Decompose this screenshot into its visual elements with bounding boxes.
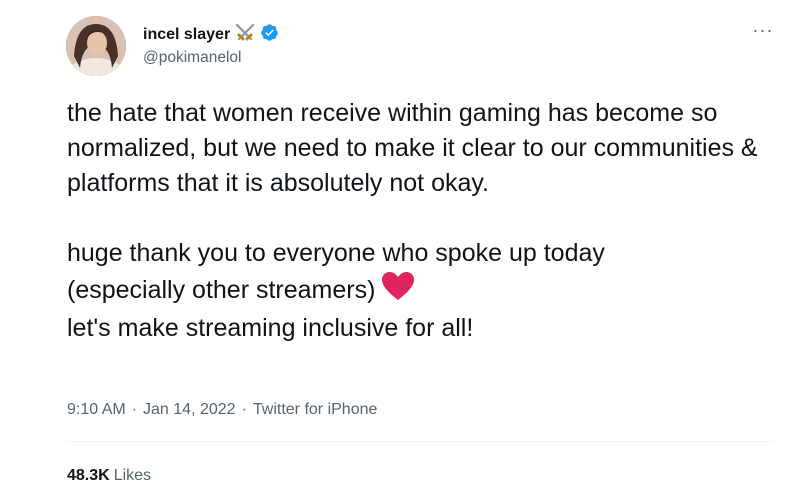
tweet-text: the hate that women receive within gamin… bbox=[67, 96, 787, 346]
display-name[interactable]: incel slayer bbox=[143, 25, 230, 45]
divider bbox=[67, 441, 773, 442]
tweet-paragraph-2-line-3: let's make streaming inclusive for all! bbox=[67, 314, 474, 342]
tweet-metadata: 9:10 AM · Jan 14, 2022 · Twitter for iPh… bbox=[67, 399, 377, 421]
tweet-paragraph-2-line-2: (especially other streamers) bbox=[67, 271, 787, 311]
tweet-time[interactable]: 9:10 AM bbox=[67, 399, 126, 421]
likes-stat[interactable]: 48.3K Likes bbox=[67, 465, 151, 487]
tweet-paragraph-1: the hate that women receive within gamin… bbox=[67, 99, 758, 197]
author-handle[interactable]: @pokimanelol bbox=[143, 48, 241, 68]
tweet-date[interactable]: Jan 14, 2022 bbox=[143, 399, 236, 421]
tweet-paragraph-2-line-2-text: (especially other streamers) bbox=[67, 276, 376, 304]
red-heart-icon bbox=[381, 271, 415, 311]
meta-separator: · bbox=[131, 401, 138, 418]
tweet-card: incel slayer @pokimanelol ··· the hate t… bbox=[0, 0, 802, 501]
tweet-source[interactable]: Twitter for iPhone bbox=[253, 399, 378, 421]
verified-badge-icon bbox=[260, 23, 279, 48]
avatar-image bbox=[66, 16, 126, 76]
likes-label: Likes bbox=[113, 467, 152, 484]
tweet-paragraph-2-line-1: huge thank you to everyone who spoke up … bbox=[67, 239, 605, 267]
more-options-icon[interactable]: ··· bbox=[751, 21, 775, 40]
meta-separator: · bbox=[241, 401, 247, 418]
avatar[interactable] bbox=[66, 16, 126, 76]
crossed-swords-icon bbox=[234, 22, 256, 48]
author-name-row[interactable]: incel slayer bbox=[143, 22, 279, 48]
likes-count: 48.3K bbox=[67, 467, 110, 484]
